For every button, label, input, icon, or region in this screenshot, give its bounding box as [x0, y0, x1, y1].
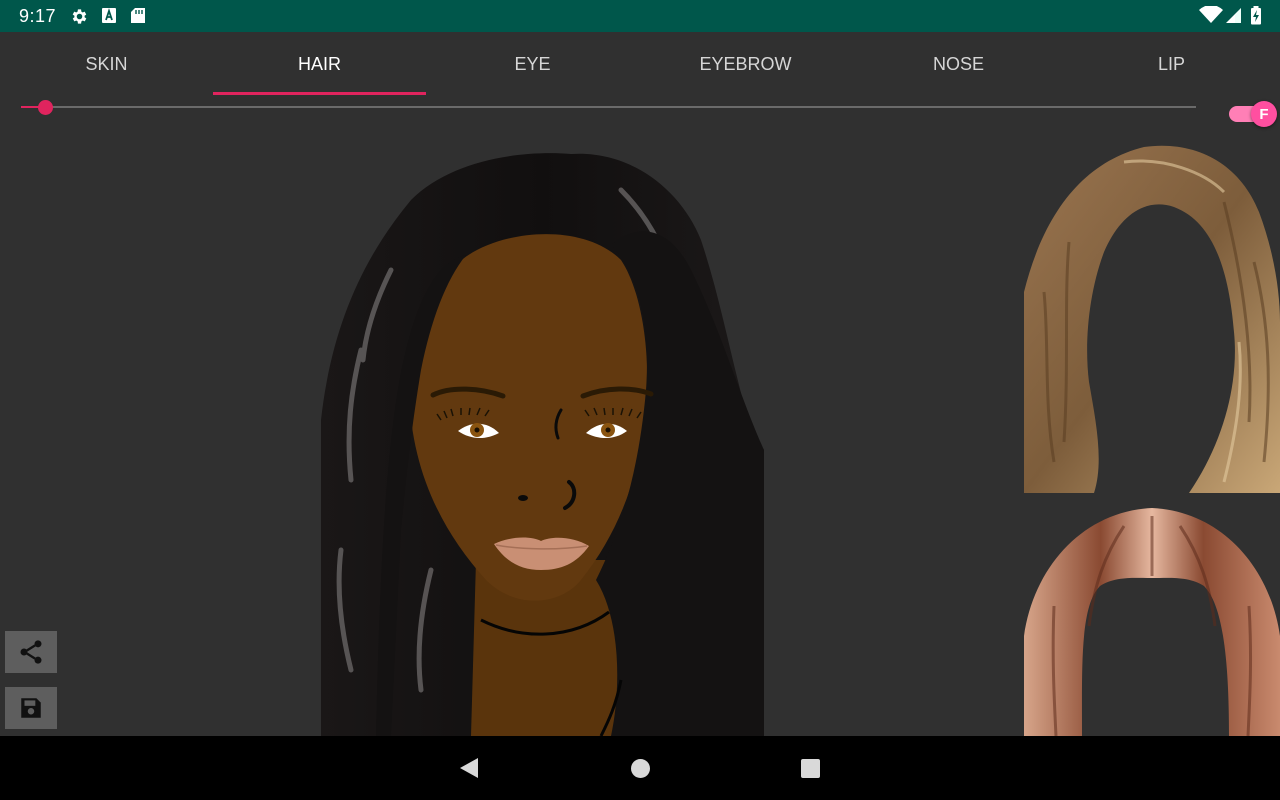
battery-charging-icon [1251, 6, 1261, 25]
tab-bar: SKIN HAIR EYE EYEBROW NOSE LIP [0, 32, 1280, 96]
back-icon[interactable] [458, 756, 480, 780]
slider-track [21, 106, 1196, 108]
navigation-bar [0, 736, 1280, 800]
tab-lip[interactable]: LIP [1065, 32, 1278, 96]
a-badge-icon [102, 8, 116, 23]
gear-icon [72, 9, 87, 24]
tab-hair[interactable]: HAIR [213, 32, 426, 96]
gender-toggle[interactable]: F [1229, 100, 1277, 128]
share-icon [20, 640, 42, 664]
save-button[interactable] [5, 687, 57, 729]
tab-skin[interactable]: SKIN [0, 32, 213, 96]
save-icon [21, 698, 41, 718]
hair-option-auburn[interactable] [1024, 506, 1280, 736]
tab-eyebrow[interactable]: EYEBROW [639, 32, 852, 96]
wifi-icon [1199, 6, 1223, 23]
avatar-preview [321, 153, 764, 736]
recents-icon[interactable] [800, 758, 821, 779]
signal-icon [1226, 8, 1241, 23]
hair-option-light-brown[interactable] [1024, 142, 1280, 493]
sd-card-icon [131, 8, 145, 23]
tab-eye[interactable]: EYE [426, 32, 639, 96]
slider-thumb[interactable] [38, 100, 53, 115]
home-icon[interactable] [630, 758, 651, 779]
toggle-thumb[interactable]: F [1251, 101, 1277, 127]
tab-nose[interactable]: NOSE [852, 32, 1065, 96]
status-time: 9:17 [19, 6, 57, 26]
status-bar: 9:17 [0, 0, 1280, 32]
tab-indicator [213, 92, 426, 95]
left-nostril [518, 495, 528, 501]
hair-shade-slider[interactable] [21, 96, 1196, 120]
share-button[interactable] [5, 631, 57, 673]
